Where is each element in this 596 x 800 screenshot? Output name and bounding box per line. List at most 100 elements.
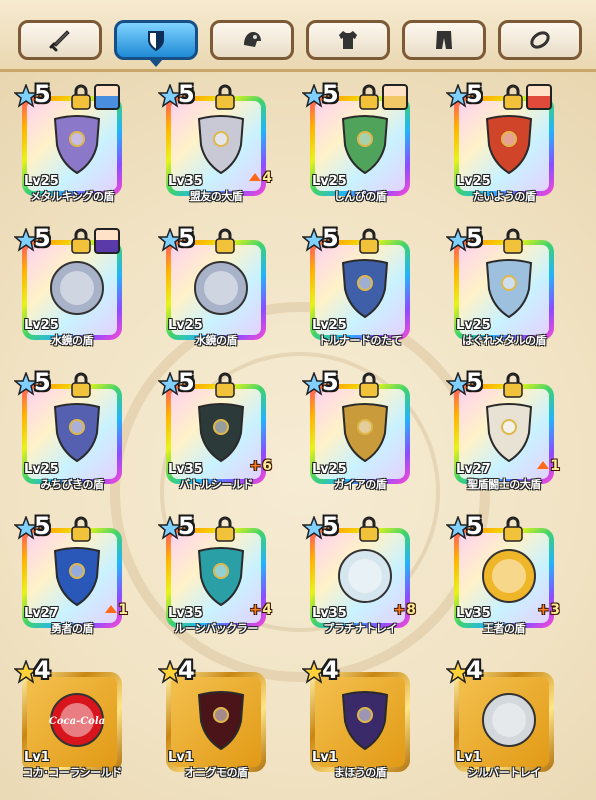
accessory-icon [530, 31, 550, 49]
item-name: 聖盾闘士の大盾 [467, 478, 541, 491]
item-level: Lv1 [312, 750, 338, 765]
lock-icon [359, 372, 379, 398]
plus-bonus-badge: +6 [250, 458, 272, 474]
plus-bonus-badge: +3 [538, 602, 560, 618]
rarity-value: 5 [34, 512, 51, 540]
bonus-value: 6 [262, 458, 272, 474]
shield-card[interactable]: Coca-Cola 4 Lv1 コカ･コーラシールド [14, 656, 124, 780]
shield-art-icon [50, 261, 104, 315]
character-avatar [94, 228, 120, 254]
shield-card[interactable]: 5 Lv35 +8 プラチナトレイ [302, 512, 416, 636]
tab-legs[interactable] [402, 20, 486, 60]
bonus-value: 4 [262, 602, 272, 618]
lock-icon [359, 228, 379, 254]
bonus-value: 3 [550, 602, 560, 618]
equipment-tab-bar [0, 0, 596, 72]
item-name: メタルキングの盾 [30, 190, 114, 203]
rarity-value: 5 [322, 368, 339, 396]
shield-card[interactable]: 5 Lv25 水鏡の盾 [14, 224, 124, 348]
rarity-value: 5 [34, 368, 51, 396]
item-level: Lv25 [24, 174, 59, 189]
pants-icon [436, 31, 452, 49]
lock-icon [215, 372, 235, 398]
item-name: たいようの盾 [472, 190, 536, 203]
shield-card[interactable]: 4 Lv1 シルバートレイ [446, 656, 556, 780]
shield-card[interactable]: 5 Lv35 +4 ルーンバックラー [158, 512, 272, 636]
item-level: Lv35 [168, 174, 203, 189]
shield-art-icon [197, 547, 245, 607]
shield-art-icon [341, 691, 389, 751]
item-name: コカ･コーラシールド [22, 766, 122, 779]
rarity-value: 5 [466, 80, 483, 108]
shield-art-icon [485, 115, 533, 175]
lock-icon [359, 84, 379, 110]
rarity-value: 5 [34, 80, 51, 108]
item-name: はぐれメタルの盾 [462, 334, 547, 347]
arrow-up-icon [537, 461, 550, 469]
arrow-up-icon [249, 173, 262, 181]
item-level: Lv27 [456, 462, 491, 477]
item-name: シルバートレイ [467, 766, 541, 779]
rarity-value: 5 [322, 512, 339, 540]
shield-card[interactable]: 5 Lv25 みちびきの盾 [14, 368, 124, 492]
rarity-value: 4 [466, 656, 483, 684]
item-name: 勇者の盾 [51, 622, 94, 635]
tab-body[interactable] [306, 20, 390, 60]
shield-card[interactable]: 5 Lv25 しんぴの盾 [302, 80, 412, 204]
character-avatar [94, 84, 120, 110]
item-level: Lv25 [456, 318, 491, 333]
lock-icon [71, 228, 91, 254]
shield-card[interactable]: 5 Lv35 +6 バトルシールド [158, 368, 272, 492]
shield-card[interactable]: 4 Lv1 まほうの盾 [302, 656, 412, 780]
shield-art-icon [482, 693, 536, 747]
item-name: オニグモの盾 [184, 766, 249, 779]
shield-card[interactable]: 5 Lv25 たいようの盾 [446, 80, 556, 204]
item-name: 盟友の大盾 [189, 190, 243, 203]
shield-card[interactable]: 5 Lv27 1 勇者の盾 [14, 512, 128, 636]
shield-card[interactable]: 5 Lv25 はぐれメタルの盾 [446, 224, 556, 348]
shirt-icon [339, 31, 357, 49]
tab-weapon[interactable] [18, 20, 102, 60]
item-name: バトルシールド [179, 478, 253, 491]
shield-card[interactable]: 5 Lv25 ガイアの盾 [302, 368, 412, 492]
rarity-value: 5 [178, 512, 195, 540]
lock-icon [215, 84, 235, 110]
item-name: 王者の盾 [483, 622, 526, 635]
rarity-value: 4 [322, 656, 339, 684]
item-level: Lv1 [456, 750, 482, 765]
lock-icon [71, 372, 91, 398]
tab-accessory[interactable] [498, 20, 582, 60]
item-level: Lv25 [456, 174, 491, 189]
shield-card[interactable]: 5 Lv35 +3 王者の盾 [446, 512, 560, 636]
sword-icon [49, 30, 70, 52]
shield-card[interactable]: 5 Lv25 トルナードのたて [302, 224, 412, 348]
rarity-value: 4 [34, 656, 51, 684]
shield-art-icon [197, 691, 245, 751]
item-level: Lv25 [24, 462, 59, 477]
shield-card[interactable]: 5 Lv25 メタルキングの盾 [14, 80, 124, 204]
item-level: Lv25 [312, 462, 347, 477]
shield-icon [148, 31, 164, 52]
rarity-value: 5 [466, 368, 483, 396]
lock-icon [359, 516, 379, 542]
tab-shield[interactable] [114, 20, 198, 67]
shield-card[interactable]: 5 Lv25 水鏡の盾 [158, 224, 268, 348]
lock-icon [503, 228, 523, 254]
tab-head[interactable] [210, 20, 294, 60]
coca-cola-logo: Coca-Cola [49, 716, 105, 727]
plus-icon: + [393, 602, 406, 618]
rarity-value: 5 [34, 224, 51, 252]
item-level: Lv1 [168, 750, 194, 765]
shield-card[interactable]: 4 Lv1 オニグモの盾 [158, 656, 268, 780]
item-level: Lv1 [24, 750, 50, 765]
bonus-value: 1 [550, 458, 560, 474]
item-level: Lv35 [168, 462, 203, 477]
shield-art-icon [53, 403, 101, 463]
arrow-up-icon [105, 605, 118, 613]
shield-art-icon [194, 261, 248, 315]
shield-card[interactable]: 5 Lv27 1 聖盾闘士の大盾 [446, 368, 560, 492]
item-level: Lv25 [168, 318, 203, 333]
item-level: Lv27 [24, 606, 59, 621]
shield-card[interactable]: 5 Lv35 4 盟友の大盾 [158, 80, 272, 204]
lock-icon [503, 516, 523, 542]
